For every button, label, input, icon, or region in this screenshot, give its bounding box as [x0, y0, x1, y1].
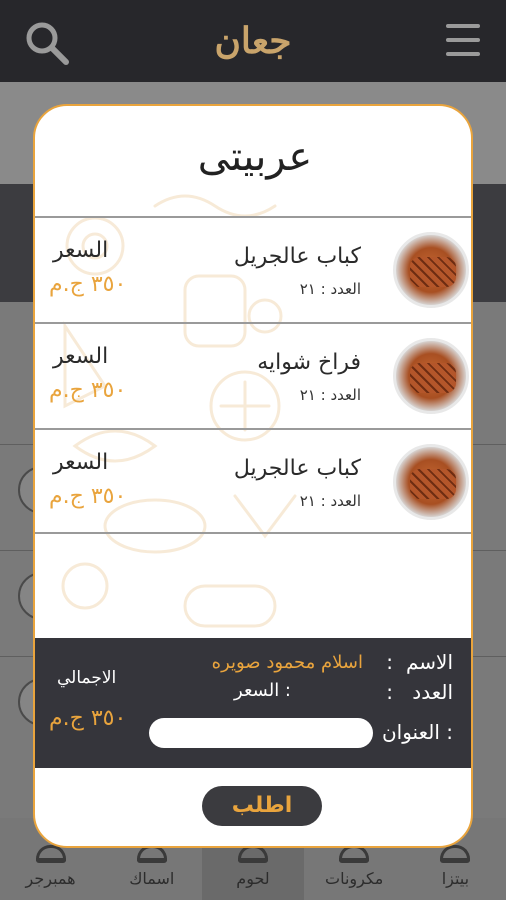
- cart-item: كباب عالجريل العدد : ٢١ السعر ٣٥٠ ج.م: [35, 428, 471, 534]
- burger-icon: [35, 845, 66, 863]
- nav-item-label: مكرونات: [325, 869, 384, 888]
- pizza-icon: [440, 845, 471, 863]
- total-label: الاجمالي: [57, 668, 117, 688]
- food-thumbnail: [393, 338, 469, 414]
- order-summary: الاسم : اسلام محمود صويره العدد : السعر …: [35, 638, 471, 768]
- item-name: فراخ شوايه: [257, 350, 361, 375]
- cart-item: كباب عالجريل العدد : ٢١ السعر ٣٥٠ ج.م: [35, 216, 471, 322]
- item-name: كباب عالجريل: [233, 456, 361, 481]
- cart-item: فراخ شوايه العدد : ٢١ السعر ٣٥٠ ج.م: [35, 322, 471, 428]
- nav-item-label: اسماك: [129, 869, 175, 888]
- name-label: الاسم: [405, 650, 453, 674]
- item-name: كباب عالجريل: [233, 244, 361, 269]
- food-thumbnail: [393, 444, 469, 520]
- address-label: العنوان :: [381, 720, 453, 744]
- nav-item-label: لحوم: [236, 869, 270, 888]
- price-label: السعر: [53, 344, 109, 369]
- price-summary-label: السعر :: [234, 680, 291, 701]
- app-logo: جعان: [214, 20, 292, 62]
- price-value: ٣٥٠ ج.م: [49, 484, 127, 509]
- price-label: السعر: [53, 450, 109, 475]
- address-input[interactable]: [149, 718, 373, 748]
- count-label: العدد: [412, 680, 453, 704]
- food-thumbnail: [393, 232, 469, 308]
- item-quantity: العدد : ٢١: [299, 280, 361, 298]
- price-label: السعر: [53, 238, 109, 263]
- price-value: ٣٥٠ ج.م: [49, 272, 127, 297]
- name-separator: :: [386, 650, 393, 674]
- item-quantity: العدد : ٢١: [299, 386, 361, 404]
- customer-name: اسلام محمود صويره: [211, 652, 363, 673]
- nav-item-label: همبرجر: [25, 869, 76, 888]
- modal-title: عربيتى: [197, 134, 313, 180]
- order-button[interactable]: اطلب: [202, 786, 322, 826]
- price-value: ٣٥٠ ج.م: [49, 378, 127, 403]
- nav-item-label: بيتزا: [441, 869, 470, 888]
- item-quantity: العدد : ٢١: [299, 492, 361, 510]
- cart-modal: عربيتى كباب عالجريل العدد : ٢١ السعر ٣٥٠…: [33, 104, 473, 848]
- total-value: ٣٥٠ ج.م: [49, 706, 127, 731]
- search-icon[interactable]: [24, 20, 70, 66]
- app-bar: جعان: [0, 0, 506, 82]
- menu-icon[interactable]: [446, 24, 480, 56]
- count-separator: :: [386, 680, 393, 704]
- cart-items-list: كباب عالجريل العدد : ٢١ السعر ٣٥٠ ج.م فر…: [35, 216, 471, 534]
